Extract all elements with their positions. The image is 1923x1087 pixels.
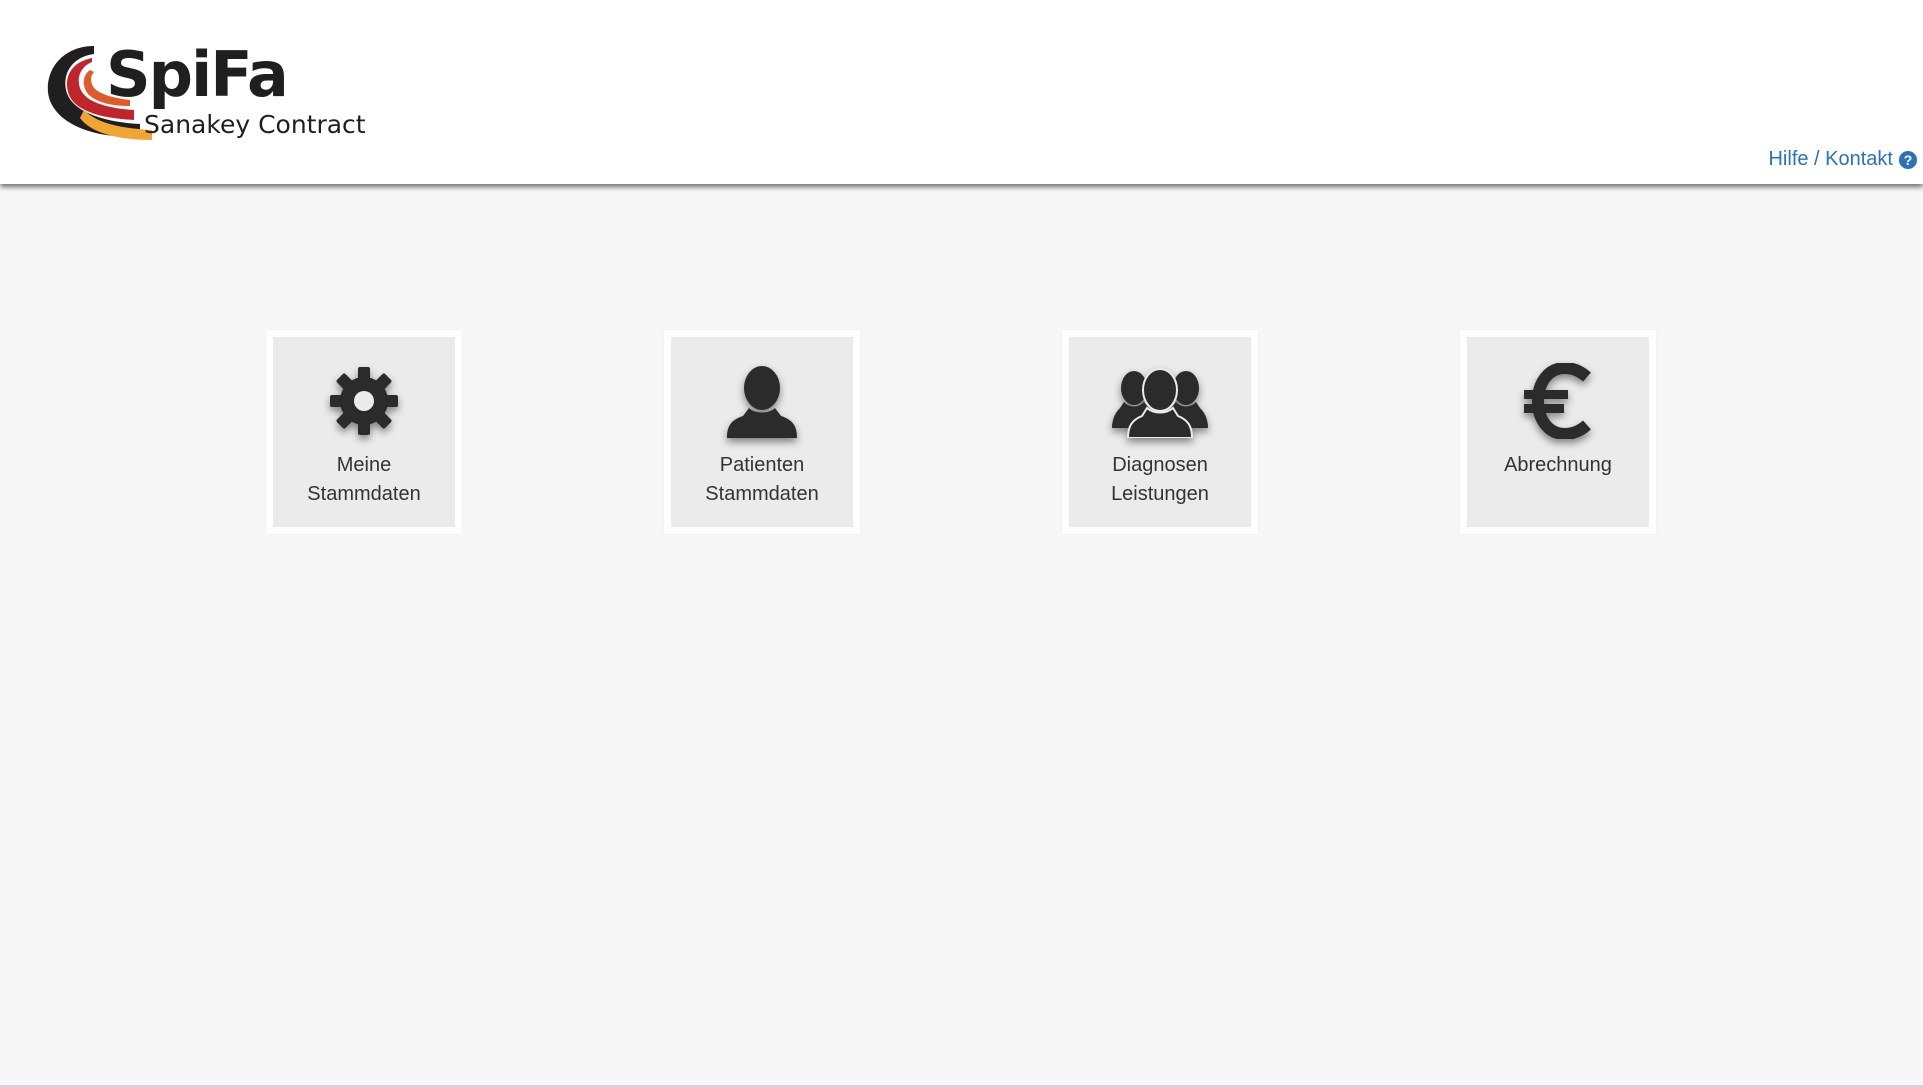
euro-icon (1523, 363, 1593, 439)
tile-body: Patienten Stammdaten (671, 337, 853, 527)
tile-label-line1: Diagnosen (1112, 454, 1208, 476)
gear-icon (328, 363, 400, 439)
tile-label: Patienten Stammdaten (705, 451, 818, 509)
tile-label: Diagnosen Leistungen (1111, 451, 1209, 509)
spifa-logo[interactable]: SpiFa Sanakey Contract (44, 38, 366, 150)
help-contact-link[interactable]: Hilfe / Kontakt ? (1768, 148, 1917, 171)
tile-label-line1: Meine (336, 454, 392, 476)
tile-body: Meine Stammdaten (273, 337, 455, 527)
tile-label-line2: Stammdaten (705, 483, 819, 505)
tile-patienten-stammdaten[interactable]: Patienten Stammdaten (664, 330, 860, 534)
dashboard-content: Meine Stammdaten Patienten Stammdaten Di… (0, 184, 1923, 1085)
app-header: SpiFa Sanakey Contract Hilfe / Kontakt ? (0, 0, 1923, 184)
user-icon (725, 363, 799, 439)
tile-label-line1: Patienten (719, 454, 805, 476)
tile-diagnosen-leistungen[interactable]: Diagnosen Leistungen (1062, 330, 1258, 534)
tile-body: Abrechnung (1467, 337, 1649, 527)
tile-abrechnung[interactable]: Abrechnung (1460, 330, 1656, 534)
tile-label-line1: Abrechnung (1504, 454, 1612, 476)
logo-subtitle: Sanakey Contract (144, 110, 366, 139)
tile-meine-stammdaten[interactable]: Meine Stammdaten (266, 330, 462, 534)
users-group-icon (1110, 363, 1210, 439)
tile-label: Meine Stammdaten (307, 451, 420, 509)
help-contact-label: Hilfe / Kontakt (1768, 148, 1893, 170)
logo-title: SpiFa (106, 38, 289, 111)
tile-label-line2: Stammdaten (307, 483, 421, 505)
tile-body: Diagnosen Leistungen (1069, 337, 1251, 527)
question-circle-icon: ? (1899, 150, 1917, 169)
tile-label: Abrechnung (1504, 451, 1612, 480)
tile-label-line2: Leistungen (1111, 483, 1209, 505)
